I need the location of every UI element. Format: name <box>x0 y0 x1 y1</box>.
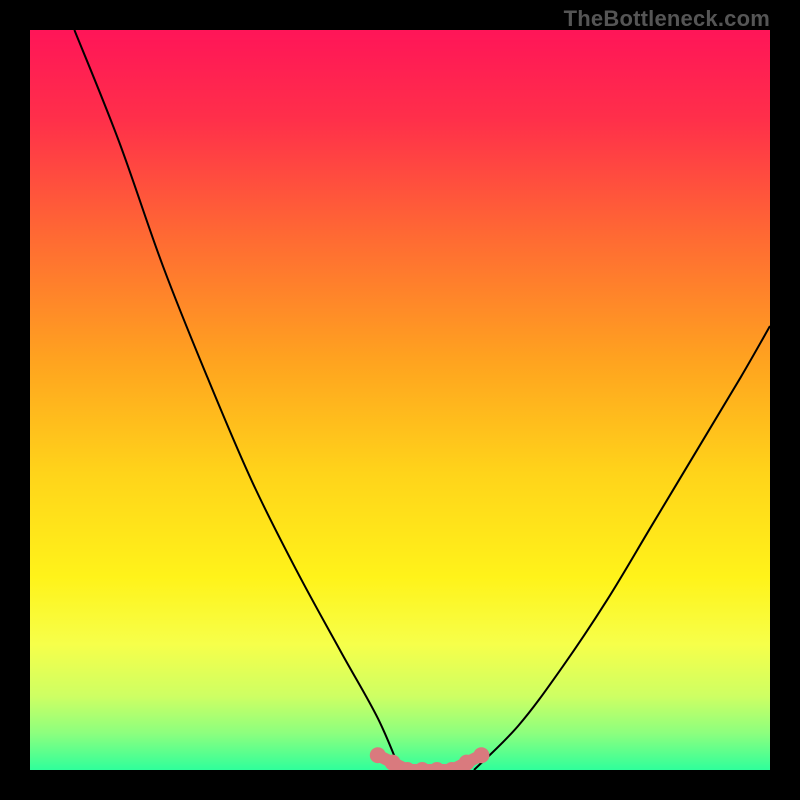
plot-area <box>30 30 770 770</box>
valley-marker <box>385 755 401 770</box>
chart-svg <box>30 30 770 770</box>
chart-frame: TheBottleneck.com <box>0 0 800 800</box>
gradient-background <box>30 30 770 770</box>
valley-marker <box>473 747 489 763</box>
valley-marker <box>370 747 386 763</box>
valley-marker <box>459 755 475 770</box>
watermark-text: TheBottleneck.com <box>564 6 770 32</box>
